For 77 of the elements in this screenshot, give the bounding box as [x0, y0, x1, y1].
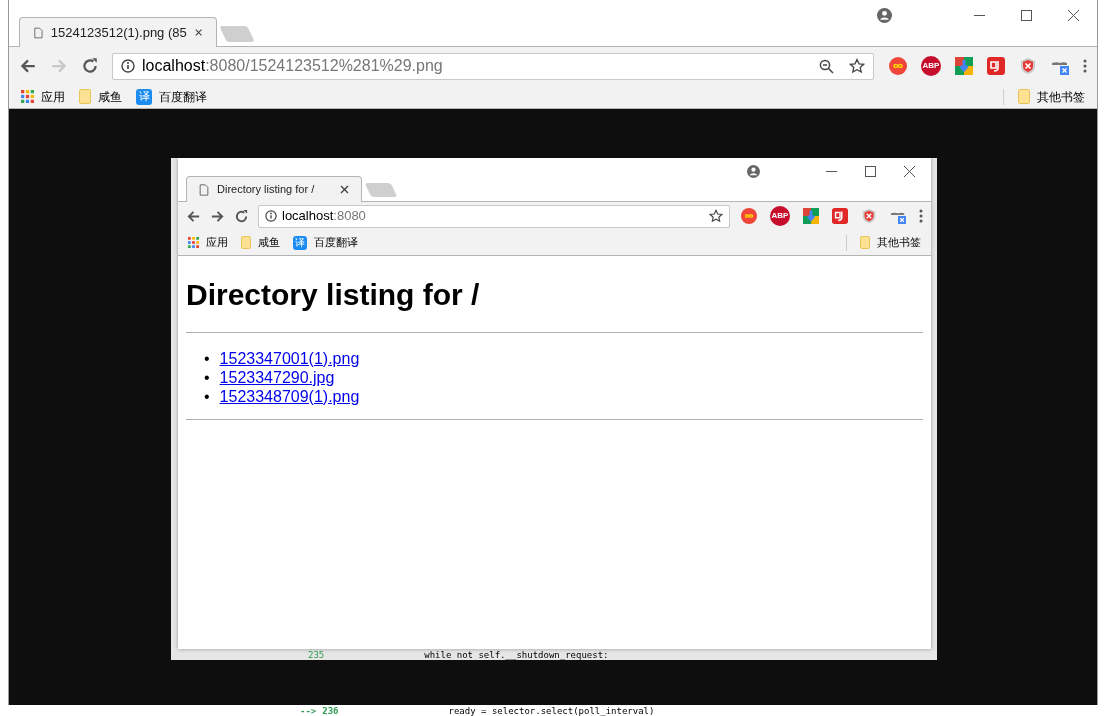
- folder-icon: [241, 236, 251, 249]
- code-text: while not self.__shutdown_request:: [424, 649, 609, 660]
- bookmark-label: 咸鱼: [98, 88, 122, 106]
- maximize-icon[interactable]: [1021, 9, 1032, 21]
- back-arrow-icon[interactable]: [19, 57, 37, 75]
- file-link[interactable]: 1523347290.jpg: [219, 367, 335, 387]
- address-bar[interactable]: localhost:8080: [258, 204, 730, 228]
- reload-icon[interactable]: [81, 57, 99, 75]
- browser-tab[interactable]: Directory listing for /: [186, 176, 362, 202]
- file-link[interactable]: 1523347001(1).png: [219, 348, 360, 368]
- close-icon[interactable]: [904, 165, 915, 177]
- bookmark-label: 其他书签: [877, 235, 921, 251]
- zoom-out-icon[interactable]: [819, 58, 834, 74]
- translate-icon: 译: [136, 88, 152, 105]
- page-heading: Directory listing for /: [186, 277, 481, 313]
- bookmark-link[interactable]: 应用: [21, 87, 65, 106]
- bookmark-link[interactable]: 其他书签: [1018, 87, 1085, 106]
- folder-icon: [860, 236, 870, 249]
- info-icon[interactable]: [121, 59, 135, 73]
- address-bar[interactable]: localhost:8080/1524123512%281%29.png: [112, 52, 874, 80]
- tab-title: 1524123512(1).png (85: [50, 23, 187, 42]
- back-arrow-icon[interactable]: [186, 208, 201, 224]
- apps-grid-icon: [188, 237, 199, 248]
- current-line-marker: -->: [300, 705, 317, 716]
- bookmark-label: 百度翻译: [159, 88, 207, 106]
- bookmark-label: 其他书签: [1037, 88, 1085, 106]
- page-icon: [199, 183, 209, 196]
- forward-arrow-icon[interactable]: [210, 208, 225, 224]
- file-link[interactable]: 1523348709(1).png: [219, 386, 360, 406]
- line-number: 235: [308, 649, 325, 660]
- translate-icon: 译: [293, 235, 307, 250]
- bookmark-link[interactable]: 译 百度翻译: [136, 87, 207, 106]
- menu-icon[interactable]: [919, 209, 923, 223]
- close-icon[interactable]: [340, 185, 349, 194]
- app-icon[interactable]: [832, 208, 848, 224]
- browser-tab[interactable]: 1524123512(1).png (85: [19, 17, 217, 47]
- tab-title: Directory listing for /: [217, 182, 316, 198]
- apps-grid-icon: [21, 90, 34, 103]
- adblock-icon[interactable]: ABP: [921, 56, 941, 76]
- bullet: •: [204, 386, 210, 406]
- minimize-icon[interactable]: [826, 170, 837, 172]
- code-text: ready = selector.select(poll_interval): [448, 705, 655, 716]
- folder-icon: [79, 89, 91, 104]
- app-icon[interactable]: [987, 57, 1005, 75]
- bullet: •: [204, 367, 210, 387]
- line-number: 236: [322, 705, 339, 716]
- bookmark-label: 应用: [206, 235, 228, 251]
- bookmark-link[interactable]: 其他书签: [860, 234, 921, 251]
- bookmark-label: 百度翻译: [314, 235, 358, 251]
- star-icon[interactable]: [849, 58, 865, 74]
- infinity-icon[interactable]: [889, 57, 907, 75]
- minimize-icon[interactable]: [974, 14, 985, 16]
- bookmark-link[interactable]: 咸鱼: [79, 87, 122, 106]
- maximize-icon[interactable]: [865, 165, 876, 177]
- bookmark-link[interactable]: 咸鱼: [241, 234, 280, 251]
- reload-icon[interactable]: [234, 208, 249, 224]
- info-icon[interactable]: [265, 210, 277, 222]
- profile-icon[interactable]: [747, 164, 760, 178]
- bookmark-label: 咸鱼: [258, 235, 280, 251]
- bookmark-label: 应用: [41, 88, 65, 106]
- bullet: •: [204, 348, 210, 368]
- close-icon[interactable]: [194, 28, 202, 37]
- bookmark-link[interactable]: 译 百度翻译: [293, 234, 358, 251]
- shield-icon[interactable]: [1019, 57, 1037, 75]
- folder-icon: [1018, 89, 1030, 104]
- infinity-icon[interactable]: [741, 208, 757, 224]
- page-icon: [34, 25, 43, 40]
- star-icon[interactable]: [709, 209, 723, 223]
- download-icon[interactable]: [803, 208, 819, 224]
- adblock-icon[interactable]: ABP: [770, 206, 790, 226]
- shield-icon[interactable]: [861, 208, 877, 224]
- profile-icon[interactable]: [877, 7, 892, 23]
- menu-icon[interactable]: [1083, 59, 1087, 73]
- bookmark-link[interactable]: 应用: [188, 234, 228, 251]
- close-icon[interactable]: [1068, 9, 1079, 21]
- url-text: localhost:8080/1524123512%281%29.png: [142, 56, 444, 76]
- url-text: localhost:8080: [282, 207, 367, 226]
